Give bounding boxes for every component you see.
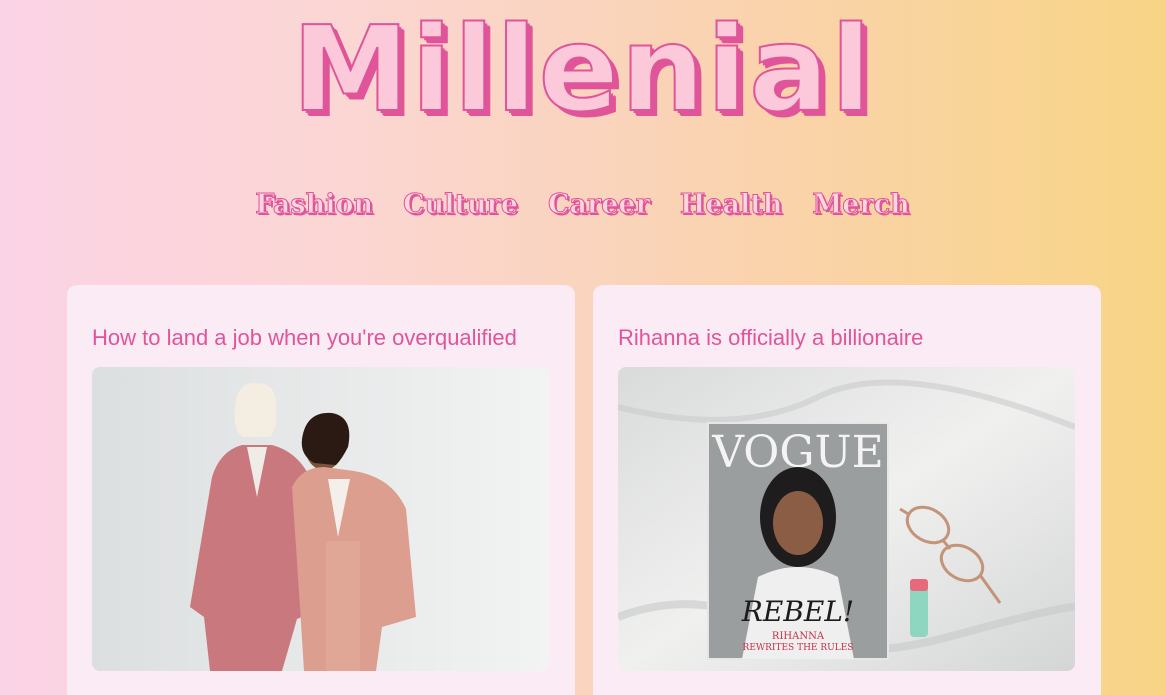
site-logo[interactable]: Millenial	[0, 9, 1165, 129]
article-image[interactable]: VOGUE REBEL! RIHANNA REWRITES THE RULES	[618, 367, 1075, 671]
magazine-sub: RIHANNA	[772, 631, 825, 642]
nav-culture[interactable]: Culture	[403, 189, 519, 221]
two-women-pink-suits-photo	[92, 367, 549, 671]
nav-career[interactable]: Career	[548, 189, 651, 221]
nav-fashion[interactable]: Fashion	[255, 189, 374, 221]
article-card-job[interactable]: How to land a job when you're overqualif…	[67, 285, 575, 695]
magazine-sub2: REWRITES THE RULES	[743, 643, 854, 653]
article-card-rihanna[interactable]: Rihanna is officially a billionaire VOGU…	[593, 285, 1101, 695]
main-nav: Fashion Culture Career Health Merch	[0, 189, 1165, 221]
vogue-magazine-on-bed-photo: VOGUE REBEL! RIHANNA REWRITES THE RULES	[618, 367, 1075, 671]
magazine-headline: REBEL!	[741, 595, 854, 628]
article-title[interactable]: Rihanna is officially a billionaire	[618, 325, 1076, 351]
nav-merch[interactable]: Merch	[812, 189, 910, 221]
nav-health[interactable]: Health	[679, 189, 783, 221]
article-title[interactable]: How to land a job when you're overqualif…	[92, 325, 550, 351]
article-image[interactable]	[92, 367, 549, 671]
